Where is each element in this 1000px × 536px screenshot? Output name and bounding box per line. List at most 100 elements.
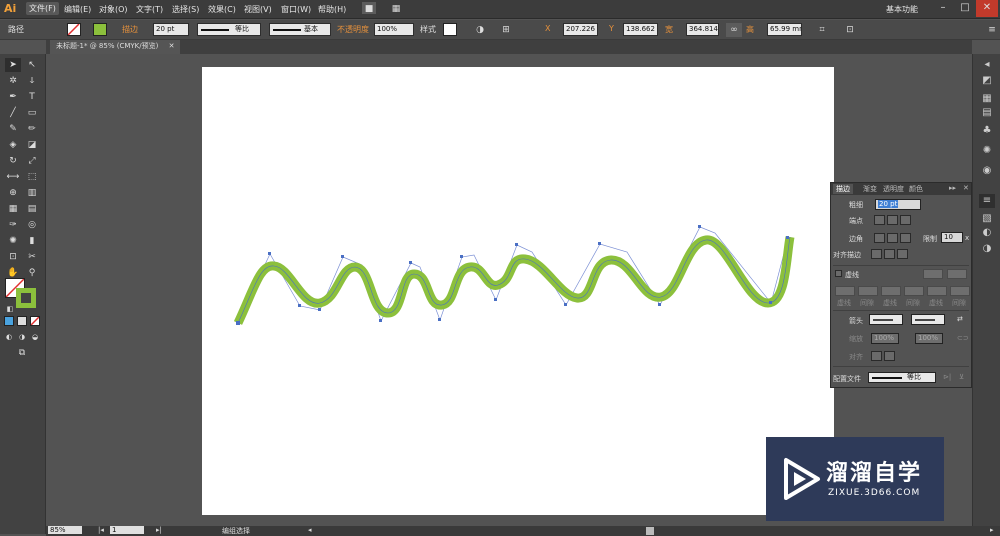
navigator-panel-icon[interactable]: ◩ (979, 74, 995, 88)
align-inside-button[interactable] (884, 249, 895, 259)
last-artboard-icon[interactable]: ▸| (156, 526, 162, 534)
limit-field[interactable]: 10 (941, 232, 963, 243)
scale-tool-icon[interactable]: ⤢ (24, 154, 40, 168)
paintbrush-tool-icon[interactable]: ✎ (5, 122, 21, 136)
flip-profile-icon[interactable]: ⊳| (943, 373, 951, 381)
stroke-swatch[interactable] (93, 23, 107, 36)
pencil-tool-icon[interactable]: ✏ (24, 122, 40, 136)
dash-field-1[interactable] (835, 286, 855, 296)
scroll-left-icon[interactable]: ◂ (308, 526, 312, 534)
document-tab[interactable]: 未标题-1* @ 85% (CMYK/预览) ✕ (50, 40, 181, 54)
x-field[interactable]: 207.226 r (563, 23, 598, 36)
screen-mode-icon[interactable]: ⧉ (14, 346, 30, 360)
link-scale-icon[interactable]: ⊂⊃ (957, 334, 969, 342)
draw-inside-icon[interactable]: ◒ (30, 332, 40, 342)
stroke-weight-field[interactable]: 20 pt (153, 23, 189, 36)
menu-edit[interactable]: 编辑(E) (64, 4, 91, 15)
variable-width-profile[interactable]: 等比 (197, 23, 261, 36)
weight-field[interactable]: 20 pt (875, 199, 921, 210)
zoom-tool-icon[interactable]: ⚲ (24, 266, 40, 280)
arrange-documents-icon[interactable]: ▦ (388, 2, 404, 16)
eraser-tool-icon[interactable]: ◪ (24, 138, 40, 152)
workspace-switcher[interactable]: 基本功能 (886, 4, 918, 15)
opacity-field[interactable]: 100% (374, 23, 414, 36)
stroke-panel-icon[interactable]: ≡ (979, 194, 995, 208)
draw-normal-icon[interactable]: ◐ (4, 332, 14, 342)
start-scale-field[interactable]: 100% (871, 333, 899, 344)
gradient-tool-icon[interactable]: ▤ (24, 202, 40, 216)
miter-join-button[interactable] (874, 233, 885, 243)
menu-select[interactable]: 选择(S) (172, 4, 199, 15)
pen-tool-icon[interactable]: ✒ (5, 90, 21, 104)
magic-wand-tool-icon[interactable]: ✲ (5, 74, 21, 88)
end-scale-field[interactable]: 100% (915, 333, 943, 344)
close-panel-icon[interactable]: ✕ (963, 184, 969, 192)
menu-view[interactable]: 视图(V) (244, 4, 272, 15)
dashed-checkbox[interactable] (835, 270, 842, 277)
artboard-tool-icon[interactable]: ⊡ (5, 250, 21, 264)
selection-tool-icon[interactable]: ➤ (5, 58, 21, 72)
brush-definition[interactable]: 基本 (269, 23, 331, 36)
dash-align-button[interactable] (947, 269, 967, 279)
dash-field-3[interactable] (927, 286, 947, 296)
transparency-panel-icon[interactable]: ◐ (979, 226, 995, 240)
rectangle-tool-icon[interactable]: ▭ (24, 106, 40, 120)
bevel-join-button[interactable] (900, 233, 911, 243)
gradient-mode-icon[interactable] (17, 316, 27, 326)
line-tool-icon[interactable]: ╱ (5, 106, 21, 120)
layers-panel-icon[interactable]: ◑ (979, 242, 995, 256)
graphic-style-swatch[interactable] (443, 23, 457, 36)
symbol-sprayer-tool-icon[interactable]: ✺ (5, 234, 21, 248)
shape-builder-tool-icon[interactable]: ⊕ (5, 186, 21, 200)
menu-window[interactable]: 窗口(W) (281, 4, 311, 15)
flip-vertical-icon[interactable]: ⊻ (959, 373, 964, 381)
stroke-color-box[interactable] (16, 288, 36, 308)
stroke-label[interactable]: 描边 (122, 24, 138, 35)
arrow-end-button[interactable] (884, 351, 895, 361)
width-tool-icon[interactable]: ⟷ (5, 170, 21, 184)
color-mode-icon[interactable] (4, 316, 14, 326)
color-guide-panel-icon[interactable]: ▦ (979, 92, 995, 106)
align-outside-button[interactable] (897, 249, 908, 259)
perspective-grid-tool-icon[interactable]: ▥ (24, 186, 40, 200)
tab-transparency[interactable]: 透明度 (883, 184, 904, 194)
align-center-button[interactable] (871, 249, 882, 259)
type-tool-icon[interactable]: T (24, 90, 40, 104)
menu-help[interactable]: 帮助(H) (318, 4, 346, 15)
rotate-tool-icon[interactable]: ↻ (5, 154, 21, 168)
gap-field-2[interactable] (904, 286, 924, 296)
profile-select[interactable]: 等比 (868, 372, 936, 383)
swap-arrowheads-icon[interactable]: ⇄ (957, 315, 963, 323)
transform-icon[interactable]: ⌗ (814, 23, 830, 37)
blob-brush-tool-icon[interactable]: ◈ (5, 138, 21, 152)
dash-preserve-button[interactable] (923, 269, 943, 279)
isolate-icon[interactable]: ⊡ (842, 23, 858, 37)
arrow-tip-button[interactable] (871, 351, 882, 361)
dash-field-2[interactable] (881, 286, 901, 296)
gap-field-3[interactable] (950, 286, 970, 296)
end-arrowhead-select[interactable] (911, 314, 945, 325)
minimize-button[interactable]: – (932, 0, 954, 17)
height-field[interactable]: 65.99 mm (767, 23, 802, 36)
free-transform-tool-icon[interactable]: ⬚ (24, 170, 40, 184)
eyedropper-tool-icon[interactable]: ✑ (5, 218, 21, 232)
gap-field-1[interactable] (858, 286, 878, 296)
graphic-styles-panel-icon[interactable]: ◉ (979, 164, 995, 178)
horizontal-scrollbar-thumb[interactable] (646, 527, 654, 535)
constrain-proportions-icon[interactable]: ∞ (726, 23, 742, 37)
mesh-tool-icon[interactable]: ▦ (5, 202, 21, 216)
swatches-panel-icon[interactable]: ▤ (979, 106, 995, 120)
round-join-button[interactable] (887, 233, 898, 243)
blend-tool-icon[interactable]: ◎ (24, 218, 40, 232)
close-button[interactable]: ✕ (976, 0, 998, 17)
panel-menu-icon[interactable]: ≡ (984, 23, 1000, 37)
width-field[interactable]: 364.814 r (686, 23, 719, 36)
zoom-field[interactable]: 85% (48, 526, 82, 534)
tab-color[interactable]: 颜色 (909, 184, 923, 194)
bridge-icon[interactable]: ■ (362, 2, 376, 14)
tab-stroke[interactable]: 描边 (833, 184, 853, 194)
scroll-right-icon[interactable]: ▸ (990, 526, 994, 534)
align-icon[interactable]: ⊞ (498, 23, 514, 37)
menu-file[interactable]: 文件(F) (26, 2, 59, 15)
projecting-cap-button[interactable] (900, 215, 911, 225)
